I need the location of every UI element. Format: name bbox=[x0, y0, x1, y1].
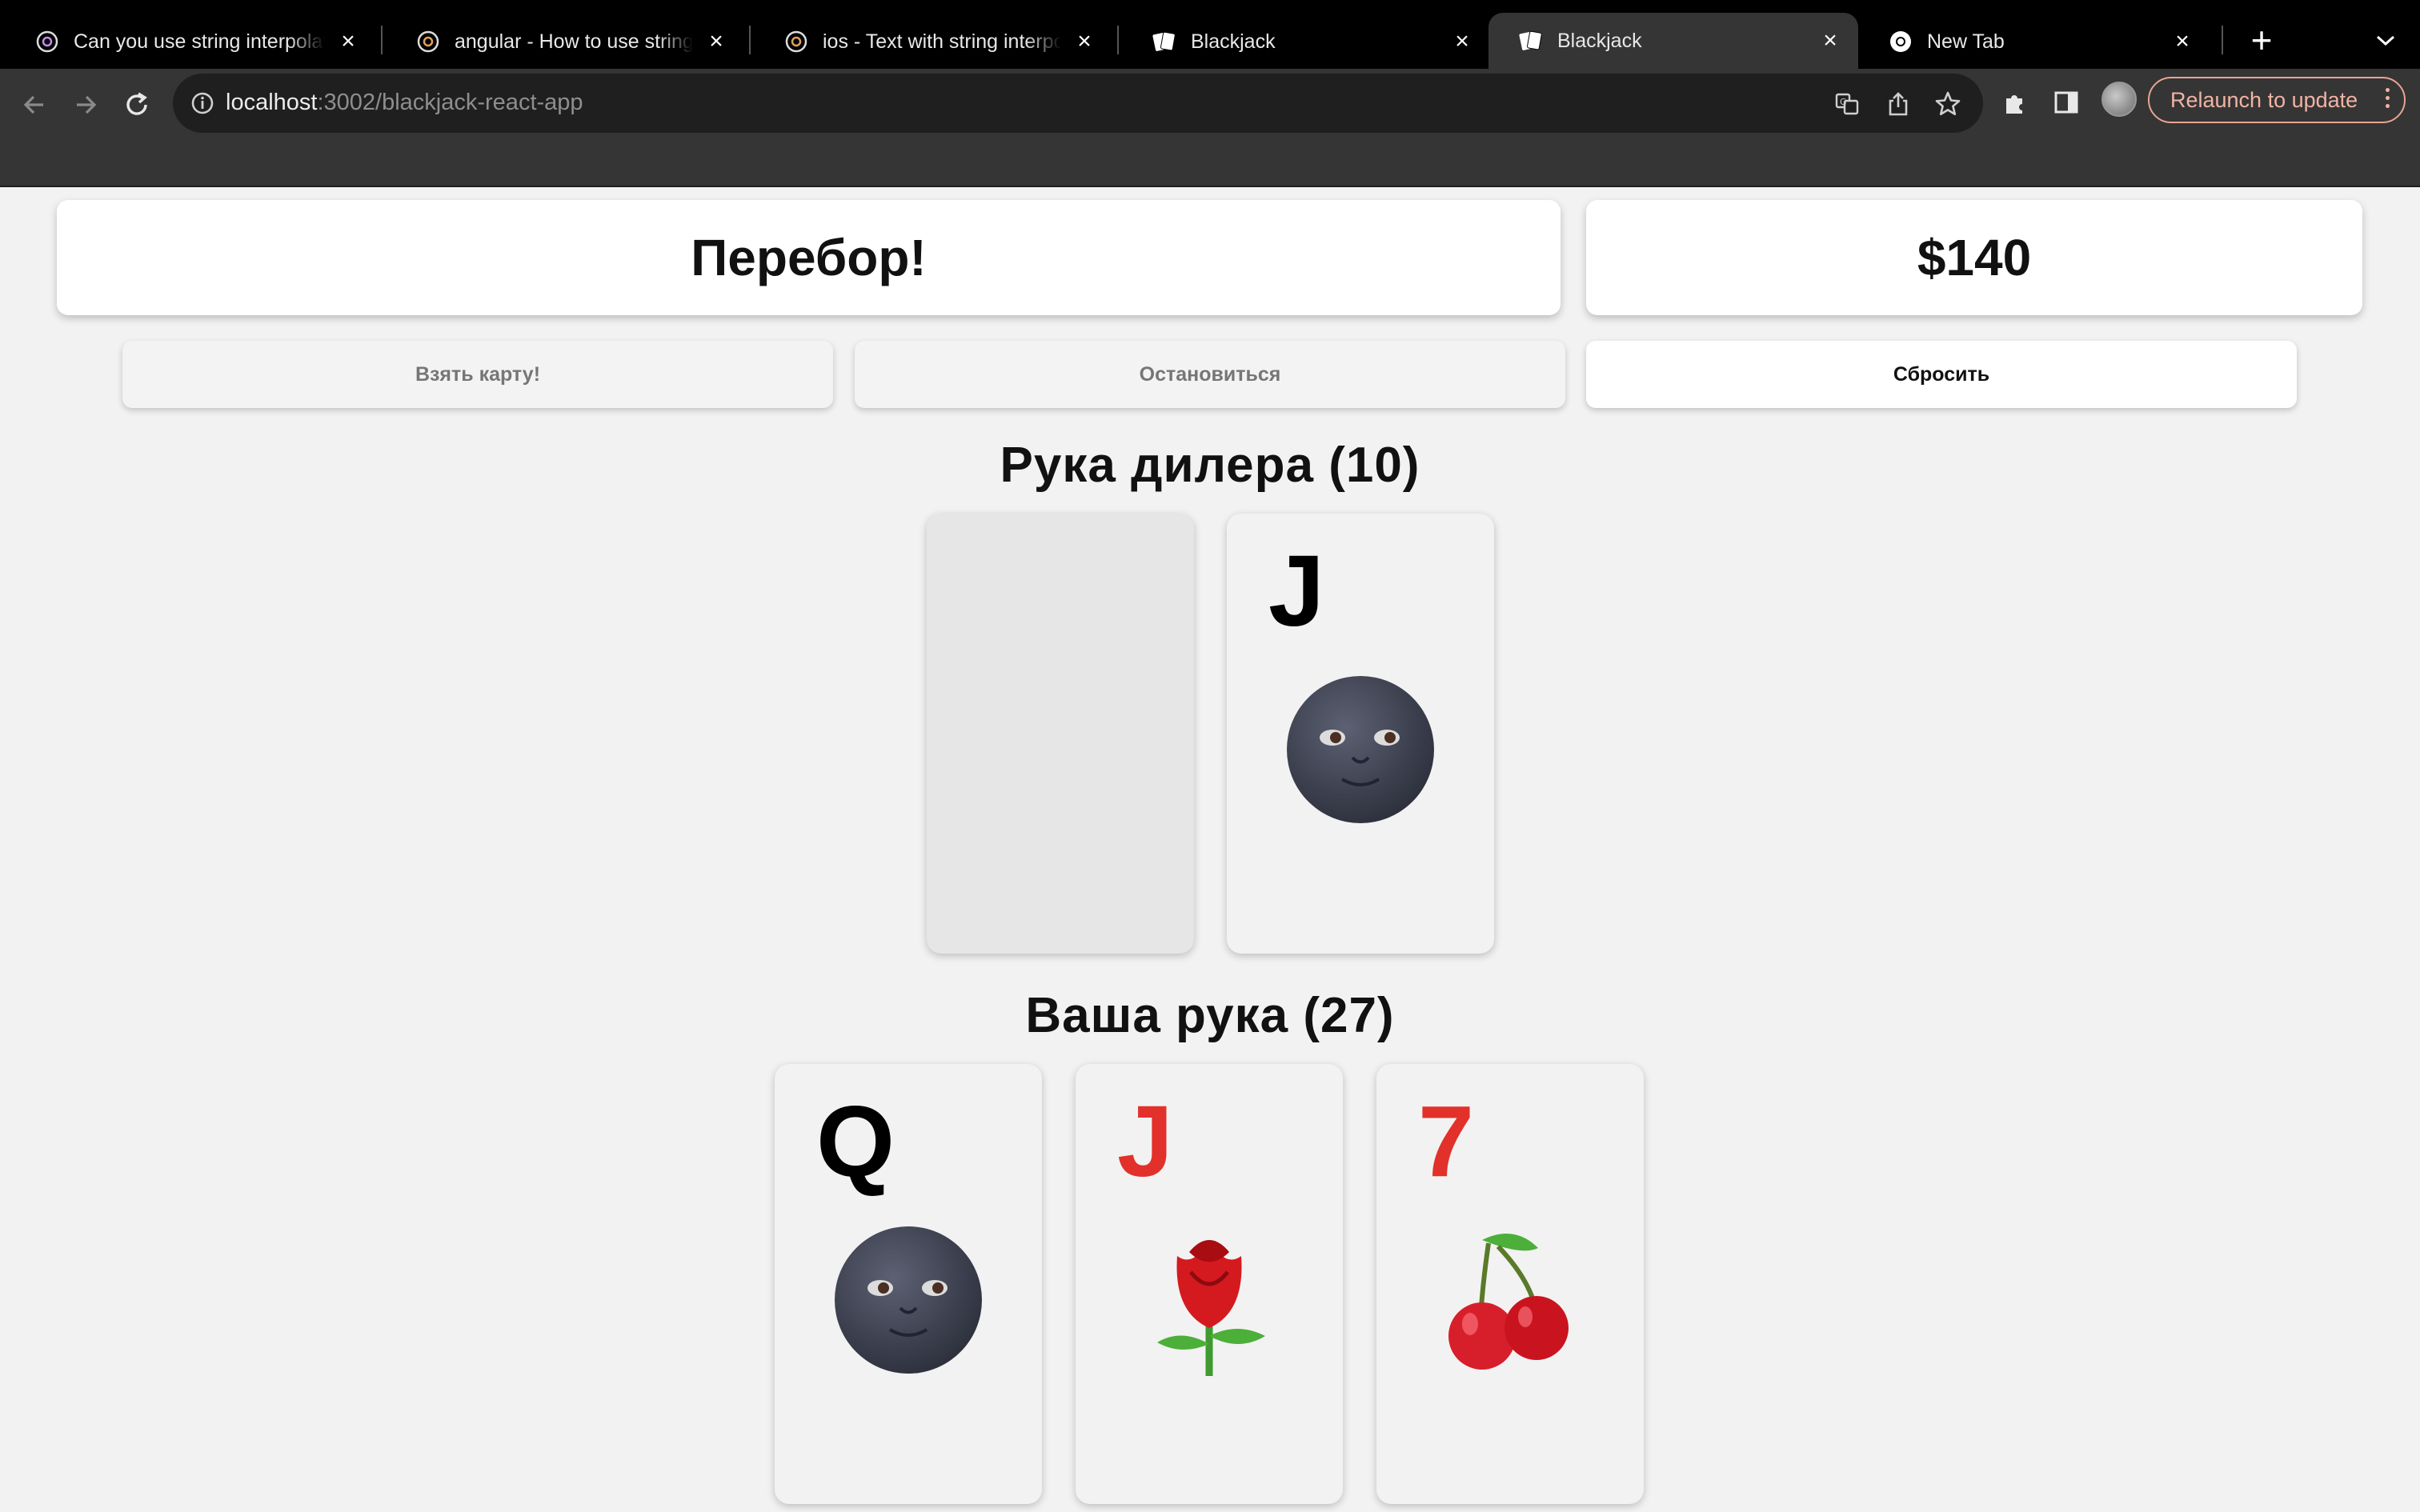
hit-button[interactable]: Взять карту! bbox=[122, 341, 833, 408]
url-path: :3002/blackjack-react-app bbox=[317, 90, 583, 115]
extensions-puzzle-icon[interactable] bbox=[1997, 85, 2033, 120]
tab-title: Blackjack bbox=[1191, 30, 1276, 53]
new-moon-face-icon bbox=[1287, 676, 1434, 823]
close-icon[interactable]: × bbox=[1818, 27, 1842, 54]
relaunch-label: Relaunch to update bbox=[2170, 87, 2358, 112]
site-info-icon[interactable] bbox=[189, 90, 216, 117]
chatgpt-icon bbox=[34, 28, 61, 55]
tab-angular-interpolation[interactable]: angular - How to use string interpolatio… bbox=[386, 14, 744, 69]
profile-avatar[interactable] bbox=[2101, 82, 2137, 117]
cherries-icon bbox=[1448, 1234, 1569, 1370]
tab-strip: Can you use string interpolation × angul… bbox=[0, 0, 2420, 69]
player-card-queen: Q bbox=[775, 1064, 1042, 1504]
close-icon[interactable]: × bbox=[336, 28, 360, 54]
close-icon[interactable]: × bbox=[2170, 28, 2194, 54]
tab-title: Can you use string interpolation bbox=[74, 30, 325, 53]
reset-button[interactable]: Сбросить bbox=[1586, 341, 2297, 408]
more-menu-icon[interactable] bbox=[2386, 88, 2390, 108]
chatgpt-icon bbox=[783, 28, 810, 55]
bookmark-star-icon[interactable] bbox=[1933, 90, 1962, 118]
close-icon[interactable]: × bbox=[1072, 28, 1096, 54]
player-card-seven: 7 bbox=[1376, 1064, 1644, 1504]
new-moon-face-icon bbox=[835, 1226, 982, 1374]
balance-display: $140 bbox=[1586, 200, 2362, 315]
tab-string-interpolation-1[interactable]: Can you use string interpolation × bbox=[5, 14, 376, 69]
relaunch-to-update-button[interactable]: Relaunch to update bbox=[2148, 77, 2406, 123]
translate-icon[interactable]: G bbox=[1833, 90, 1861, 118]
side-panel-icon[interactable] bbox=[2049, 85, 2084, 120]
browser-toolbar: localhost:3002/blackjack-react-app G Rel… bbox=[0, 69, 2420, 187]
card-rank: Q bbox=[816, 1085, 895, 1198]
cards-icon bbox=[1151, 28, 1178, 55]
close-icon[interactable]: × bbox=[1450, 28, 1474, 54]
tab-title: Blackjack bbox=[1557, 29, 1642, 52]
close-icon[interactable]: × bbox=[704, 28, 728, 54]
new-tab-plus-icon[interactable]: + bbox=[2241, 19, 2282, 61]
dealer-card-face-down bbox=[927, 514, 1194, 954]
game-status: Перебор! bbox=[57, 200, 1561, 315]
tab-title: angular - How to use string interpolatio… bbox=[455, 30, 693, 53]
chrome-icon bbox=[1887, 28, 1914, 55]
card-rank: 7 bbox=[1418, 1085, 1475, 1198]
rose-icon bbox=[1157, 1240, 1265, 1376]
url-text[interactable]: localhost:3002/blackjack-react-app bbox=[226, 90, 583, 116]
tab-blackjack-active[interactable]: Blackjack × bbox=[1488, 13, 1858, 69]
chevron-down-icon[interactable] bbox=[2366, 21, 2406, 61]
tab-new-tab[interactable]: New Tab × bbox=[1858, 14, 2210, 69]
dealer-hand-title: Рука дилера (10) bbox=[1000, 438, 1420, 493]
tab-ios-interpolation[interactable]: ios - Text with string interpolation × bbox=[754, 14, 1112, 69]
card-rank: J bbox=[1117, 1085, 1174, 1198]
url-host: localhost bbox=[226, 90, 318, 115]
player-hand-title: Ваша рука (27) bbox=[1025, 988, 1395, 1043]
dealer-card: J bbox=[1227, 514, 1494, 954]
player-card-jack: J bbox=[1076, 1064, 1343, 1504]
reload-icon[interactable] bbox=[117, 85, 157, 125]
share-icon[interactable] bbox=[1884, 90, 1913, 118]
address-bar[interactable]: localhost:3002/blackjack-react-app G bbox=[173, 74, 1983, 133]
forward-arrow-icon[interactable] bbox=[66, 85, 106, 125]
card-rank: J bbox=[1268, 534, 1325, 647]
stand-button[interactable]: Остановиться bbox=[855, 341, 1565, 408]
back-arrow-icon[interactable] bbox=[14, 85, 54, 125]
chatgpt-icon bbox=[415, 28, 442, 55]
tab-blackjack-1[interactable]: Blackjack × bbox=[1122, 14, 1490, 69]
tab-title: New Tab bbox=[1927, 30, 2005, 53]
tab-title: ios - Text with string interpolation bbox=[823, 30, 1061, 53]
svg-text:G: G bbox=[1840, 97, 1847, 107]
cards-icon bbox=[1517, 27, 1545, 54]
